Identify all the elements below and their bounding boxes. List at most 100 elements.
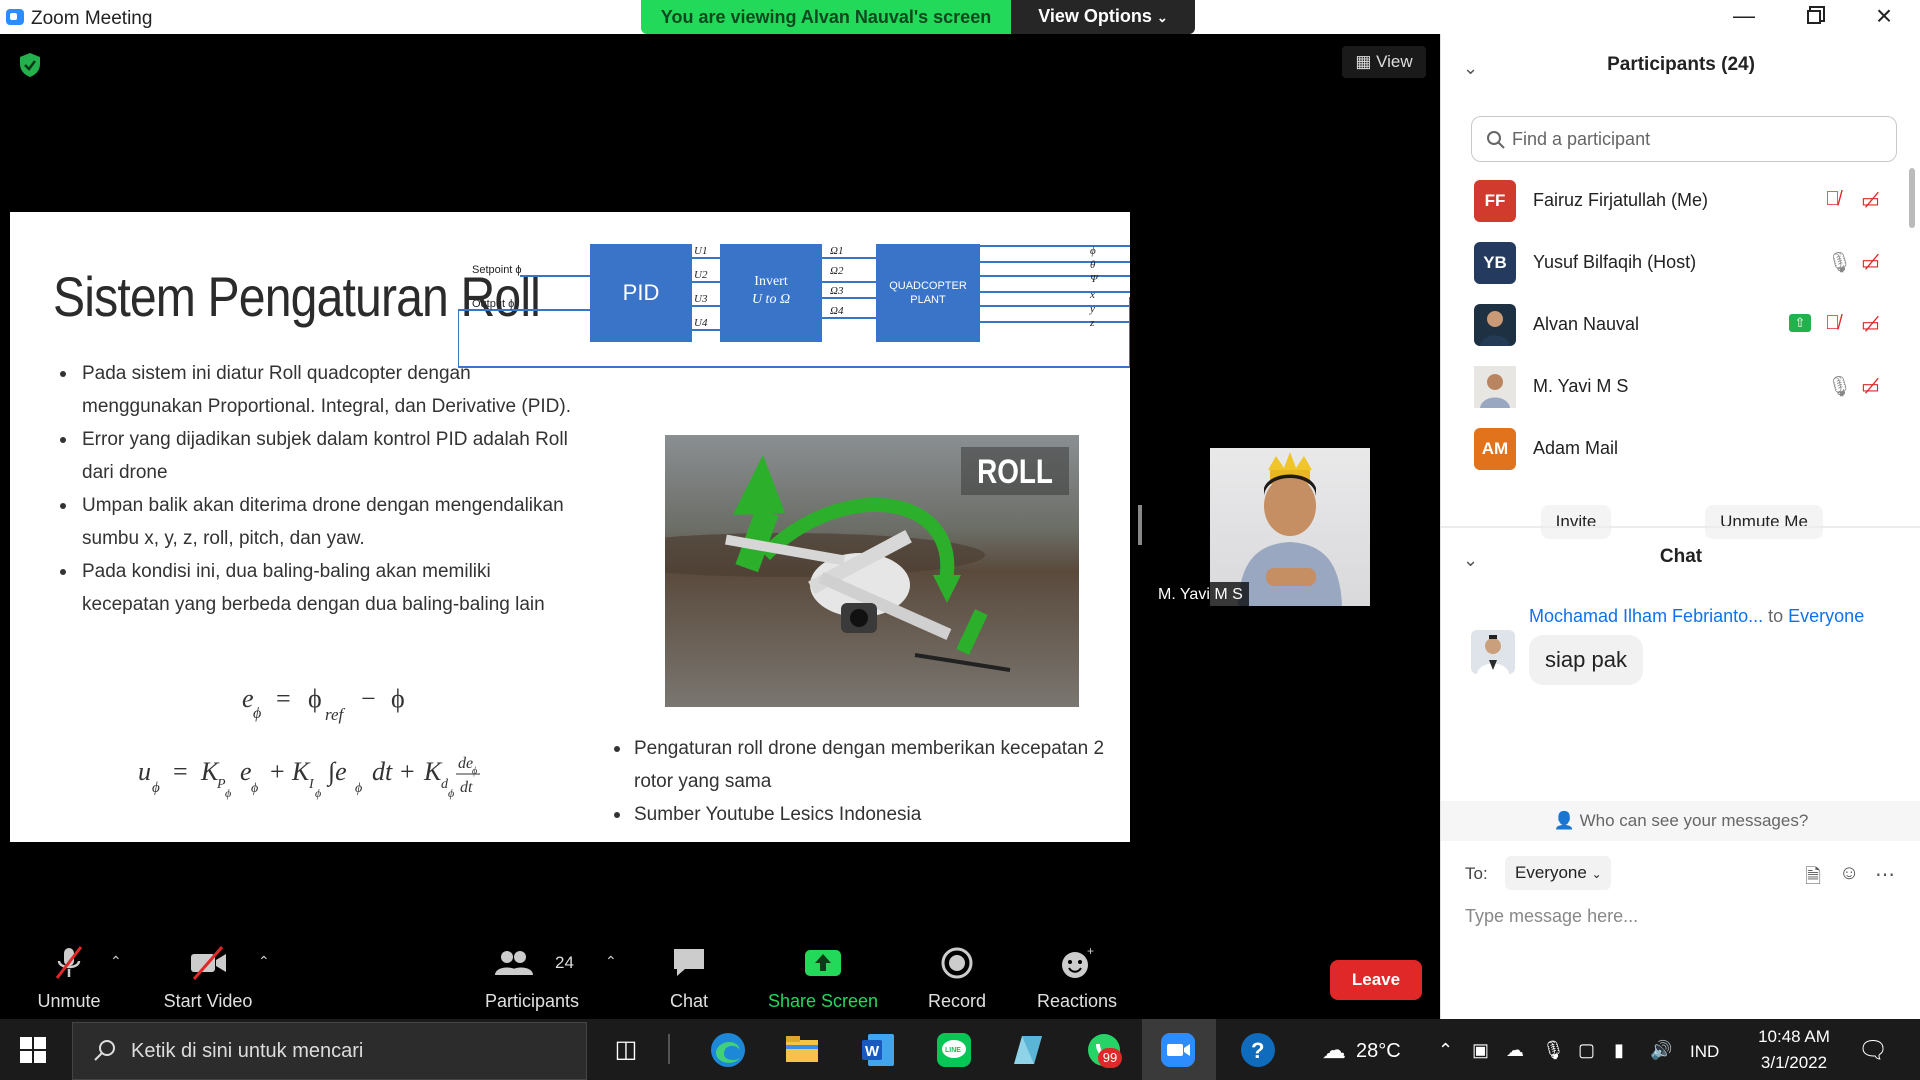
output-var-label: ϕ — [1090, 245, 1096, 257]
start-video-button[interactable]: Start Video — [143, 935, 273, 1019]
edge-browser-icon[interactable] — [708, 1030, 748, 1070]
task-view-icon[interactable]: ◫ — [606, 1030, 646, 1070]
mic-muted-icon[interactable]: 🎙̸ — [1825, 312, 1840, 335]
share-screen-label: Share Screen — [767, 991, 879, 1011]
chat-message-input[interactable]: Type message here... — [1465, 906, 1638, 927]
output-var-label: θ — [1090, 259, 1096, 271]
encryption-shield-icon[interactable] — [18, 52, 42, 78]
video-options-caret[interactable]: ⌃ — [258, 953, 270, 970]
participant-count: 24 — [555, 953, 574, 972]
mic-icon[interactable]: 🎙 — [1827, 250, 1852, 275]
svg-text:?: ? — [1251, 1038, 1264, 1063]
pid-block-diagram: Setpoint ϕ Output ϕ U1 U2 U3 U4 Ω1 Ω2 Ω3… — [458, 244, 1130, 368]
participant-name: Adam Mail — [1533, 438, 1619, 458]
volume-icon[interactable]: 🔊 — [1650, 1040, 1672, 1061]
weather-temp[interactable]: 28°C — [1356, 1040, 1401, 1063]
view-options-label: View Options — [1038, 6, 1152, 26]
video-off-icon[interactable]: ▭̸ — [1861, 188, 1880, 213]
view-options-button[interactable]: View Options ⌄ — [1011, 0, 1195, 34]
video-off-icon[interactable]: ▭̸ — [1861, 374, 1880, 399]
participants-options-caret[interactable]: ⌃ — [605, 953, 617, 970]
chat-sender[interactable]: Mochamad Ilham Febrianto... — [1529, 606, 1763, 626]
restore-button[interactable] — [1782, 0, 1846, 34]
mic-icon[interactable]: 🎙 — [1827, 374, 1852, 399]
panel-resize-handle[interactable] — [1138, 505, 1142, 545]
unmute-label: Unmute — [37, 991, 101, 1011]
svg-text:+: + — [400, 757, 415, 786]
clock-date: 3/1/2022 — [1760, 1053, 1828, 1072]
u-label: U3 — [694, 293, 708, 305]
slide-bullet: Pada kondisi ini, dua baling-baling akan… — [58, 555, 578, 621]
participant-row[interactable]: YB Yusuf Bilfaqih (Host) 🎙 ▭̸ — [1441, 236, 1911, 292]
file-icon[interactable]: 🗎 — [1805, 862, 1821, 896]
meet-now-icon[interactable]: ▣ — [1472, 1040, 1489, 1061]
participant-row[interactable]: Alvan Nauval ⇧ 🎙̸ ▭̸ — [1441, 298, 1911, 354]
zoom-app-icon[interactable] — [1158, 1030, 1198, 1070]
mic-muted-icon[interactable]: 🎙̸ — [1825, 188, 1840, 211]
chevron-down-icon: ⌄ — [1156, 10, 1168, 25]
who-can-see-label: Who can see your messages? — [1579, 811, 1809, 830]
notifications-icon[interactable]: 🗨 — [1858, 1036, 1888, 1065]
svg-text:de: de — [458, 755, 473, 772]
help-icon[interactable]: ? — [1238, 1030, 1278, 1070]
recipient-value: Everyone — [1515, 863, 1587, 882]
leave-button[interactable]: Leave — [1330, 960, 1422, 1000]
participant-row[interactable]: AM Adam Mail — [1441, 422, 1911, 478]
onedrive-icon[interactable]: ☁ — [1506, 1040, 1524, 1061]
sharing-screen-icon: ⇧ — [1789, 314, 1811, 332]
taskbar-clock[interactable]: 10:48 AM 3/1/2022 — [1734, 1024, 1854, 1076]
who-can-see-messages[interactable]: 👤 Who can see your messages? — [1441, 801, 1920, 841]
svg-text:=: = — [276, 684, 291, 713]
panel-divider — [1441, 526, 1920, 528]
participant-search-input[interactable]: Find a participant — [1471, 116, 1897, 162]
participant-row[interactable]: M. Yavi M S 🎙 ▭̸ — [1441, 360, 1911, 416]
display-icon[interactable]: ▢ — [1578, 1040, 1595, 1061]
windows-start-icon[interactable] — [20, 1037, 46, 1063]
word-icon[interactable]: W — [858, 1030, 898, 1070]
setpoint-label: Setpoint ϕ — [472, 264, 522, 276]
chat-message-header: Mochamad Ilham Febrianto... to Everyone — [1529, 606, 1864, 627]
meeting-toolbar: Unmute ⌃ Start Video ⌃ 24 Participants ⌃… — [0, 935, 1440, 1019]
svg-text:ϕ: ϕ — [355, 781, 362, 796]
svg-text:ϕ: ϕ — [225, 786, 231, 800]
line-app-icon[interactable]: LINE — [934, 1030, 974, 1070]
svg-text:ϕ: ϕ — [315, 786, 321, 800]
weather-cloud-icon[interactable]: ☁ — [1322, 1036, 1346, 1065]
chat-to-target[interactable]: Everyone — [1788, 606, 1864, 626]
chat-button[interactable]: Chat — [624, 935, 754, 1019]
taskbar-search-box[interactable]: Ketik di sini untuk mencari — [72, 1022, 587, 1080]
share-screen-button[interactable]: Share Screen — [758, 935, 888, 1019]
participants-header: Participants (24) — [1607, 54, 1755, 75]
chat-to-word: to — [1768, 606, 1784, 626]
record-button[interactable]: Record — [892, 935, 1022, 1019]
participant-list-scrollbar[interactable] — [1909, 168, 1915, 228]
output-var-label: x — [1089, 289, 1095, 301]
reactions-button[interactable]: + Reactions — [1012, 935, 1142, 1019]
video-off-icon[interactable]: ▭̸ — [1861, 312, 1880, 337]
view-button[interactable]: ▦ View — [1342, 46, 1426, 78]
avatar — [1474, 304, 1516, 346]
microphone-icon[interactable]: 🎙 — [1542, 1040, 1565, 1061]
input-language[interactable]: IND — [1690, 1042, 1719, 1062]
battery-icon[interactable]: ▮ — [1614, 1040, 1624, 1061]
unmute-me-button[interactable]: Unmute Me — [1705, 505, 1823, 539]
emoji-icon[interactable]: ☺ — [1839, 862, 1859, 885]
more-options-icon[interactable]: ⋯ — [1875, 862, 1895, 887]
recipient-dropdown[interactable]: Everyone ⌄ — [1505, 856, 1611, 890]
participants-button[interactable]: 24 Participants — [467, 935, 597, 1019]
unmute-button[interactable]: Unmute — [4, 935, 134, 1019]
minimize-button[interactable]: — — [1712, 0, 1776, 34]
close-window-button[interactable]: × — [1852, 0, 1916, 34]
invite-button[interactable]: Invite — [1541, 505, 1611, 539]
audio-options-caret[interactable]: ⌃ — [110, 953, 122, 970]
svg-text:K: K — [423, 757, 443, 786]
video-off-icon[interactable]: ▭̸ — [1861, 250, 1880, 275]
participant-row[interactable]: FF Fairuz Firjatullah (Me) 🎙̸ ▭̸ — [1441, 174, 1911, 230]
drone-roll-photo: ROLL — [665, 435, 1079, 707]
notes-app-icon[interactable] — [1008, 1030, 1048, 1070]
restore-icon — [1807, 10, 1821, 24]
tray-expand-icon[interactable]: ⌃ — [1438, 1040, 1453, 1061]
file-explorer-icon[interactable] — [782, 1030, 822, 1070]
svg-text:u: u — [138, 757, 151, 786]
shared-slide: Sistem Pengaturan Roll Pada sistem ini d… — [10, 212, 1130, 842]
